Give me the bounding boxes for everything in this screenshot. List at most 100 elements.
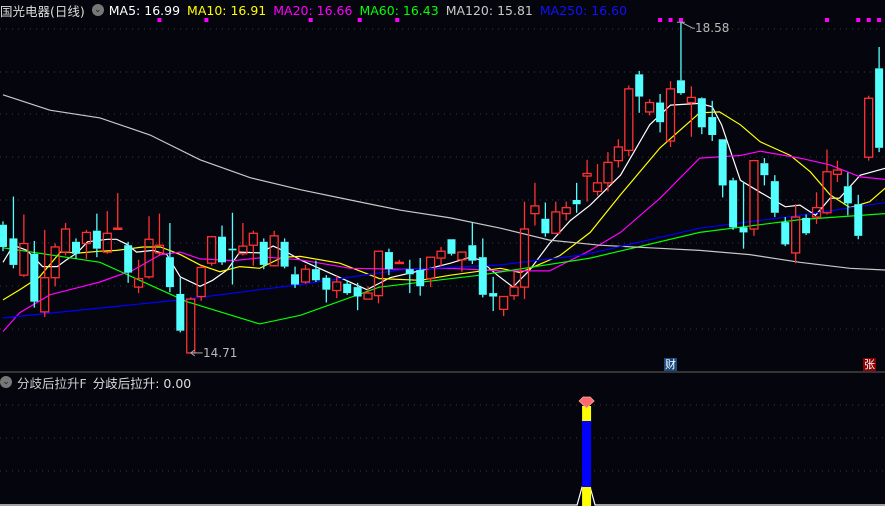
candle-up: [102, 232, 112, 253]
candle-up: [665, 88, 676, 142]
indicator-name[interactable]: 分歧后拉升F: [17, 373, 87, 392]
signal-dot: [668, 18, 673, 22]
candle-down: [656, 102, 665, 123]
finance-badge[interactable]: 财: [664, 358, 677, 371]
candle-down: [447, 239, 456, 254]
candle-down: [676, 80, 685, 94]
candle-down: [353, 287, 362, 297]
candle-down: [489, 293, 498, 297]
candle-down: [322, 277, 331, 290]
candle-up: [509, 286, 519, 297]
ma5-label: MA5: 16.99: [108, 2, 181, 18]
candle-down: [176, 293, 185, 331]
signal-dot: [678, 18, 683, 22]
candle-down: [405, 269, 414, 275]
candle-up: [363, 292, 373, 300]
candle-down: [718, 139, 727, 186]
ma-line-ma120: [2, 94, 885, 271]
gem-signal-icon: [578, 396, 595, 409]
signal-dot: [877, 18, 882, 22]
ma10-label: MA10: 16.91: [187, 2, 267, 18]
candle-down: [541, 218, 550, 234]
candle-down: [770, 181, 779, 213]
candle-down: [635, 74, 644, 97]
candle-up: [613, 146, 624, 162]
candle-down: [468, 245, 477, 261]
candle-down: [572, 199, 581, 205]
indicator-value: 分歧后拉升: 0.00: [92, 375, 192, 391]
rise-badge[interactable]: 张: [863, 358, 876, 371]
ma-line-ma250: [2, 201, 885, 319]
candle-down: [72, 241, 81, 254]
indicator-legend: ⌄ 分歧后拉升F 分歧后拉升: 0.00: [0, 373, 197, 391]
candle-down: [343, 283, 352, 294]
kline-chart[interactable]: [0, 0, 885, 506]
candle-up: [436, 250, 446, 259]
candle-up: [248, 232, 258, 246]
candle-down: [697, 98, 706, 128]
ma-line-ma5: [2, 102, 885, 291]
main-legend: 国光电器(日线) ⌄ MA5: 16.99 MA10: 16.91 MA20: …: [0, 1, 634, 19]
candle-down: [259, 241, 268, 265]
candle-up: [791, 216, 801, 254]
ma250-label: MA250: 16.60: [539, 2, 628, 18]
candle-up: [592, 182, 603, 193]
candle-up: [749, 159, 759, 230]
candle-down: [165, 257, 174, 288]
indicator-bar-mid: [582, 421, 592, 487]
candle-down: [228, 248, 237, 251]
candle-down: [30, 253, 39, 302]
candle-up: [113, 227, 123, 231]
candle-down: [218, 236, 227, 263]
candle-down: [854, 204, 863, 236]
candle-up: [822, 171, 832, 214]
indicator-bar-bottom: [582, 487, 592, 506]
candle-down: [416, 270, 425, 287]
candle-down: [875, 68, 884, 148]
candle-down: [760, 163, 769, 176]
candle-up: [603, 161, 613, 184]
ma20-label: MA20: 16.66: [273, 2, 353, 18]
candle-down: [729, 180, 738, 228]
candle-down: [739, 227, 748, 233]
signal-dot: [866, 18, 871, 22]
candle-down: [384, 252, 393, 270]
candle-up: [300, 268, 311, 283]
candle-down: [708, 117, 717, 136]
candle-down: [280, 241, 289, 267]
signal-dot: [856, 18, 861, 22]
signal-dot: [824, 18, 829, 22]
candle-up: [144, 238, 154, 278]
candle-up: [551, 211, 561, 234]
high-price-label: 18.58: [695, 21, 730, 35]
candle-up: [60, 228, 71, 253]
candle-down: [291, 274, 300, 285]
ma-line-ma10: [2, 111, 885, 301]
candle-down: [802, 217, 811, 234]
candle-up: [645, 101, 655, 113]
stock-title[interactable]: 国光电器(日线): [0, 1, 85, 20]
candle-down: [124, 245, 133, 273]
candle-up: [582, 172, 592, 177]
chevron-down-icon[interactable]: ⌄: [0, 376, 12, 388]
candle-up: [186, 298, 196, 354]
candle-up: [394, 261, 404, 265]
candle-up: [864, 97, 874, 158]
ma120-label: MA120: 15.81: [445, 2, 533, 18]
candle-up: [498, 295, 509, 310]
high-arrow: [680, 21, 695, 29]
ma60-label: MA60: 16.43: [359, 2, 439, 18]
candle-up: [624, 88, 634, 152]
candle-down: [0, 224, 7, 247]
candle-up: [686, 96, 697, 104]
signal-dot: [658, 18, 663, 22]
candle-down: [311, 269, 320, 281]
candle-up: [561, 206, 571, 215]
low-price-label: 14.71: [203, 346, 238, 360]
candle-down: [9, 238, 18, 265]
candle-up: [196, 266, 206, 298]
candle-down: [843, 186, 852, 204]
candle-up: [40, 277, 50, 313]
chevron-down-icon[interactable]: ⌄: [91, 4, 104, 16]
candle-down: [781, 222, 790, 245]
